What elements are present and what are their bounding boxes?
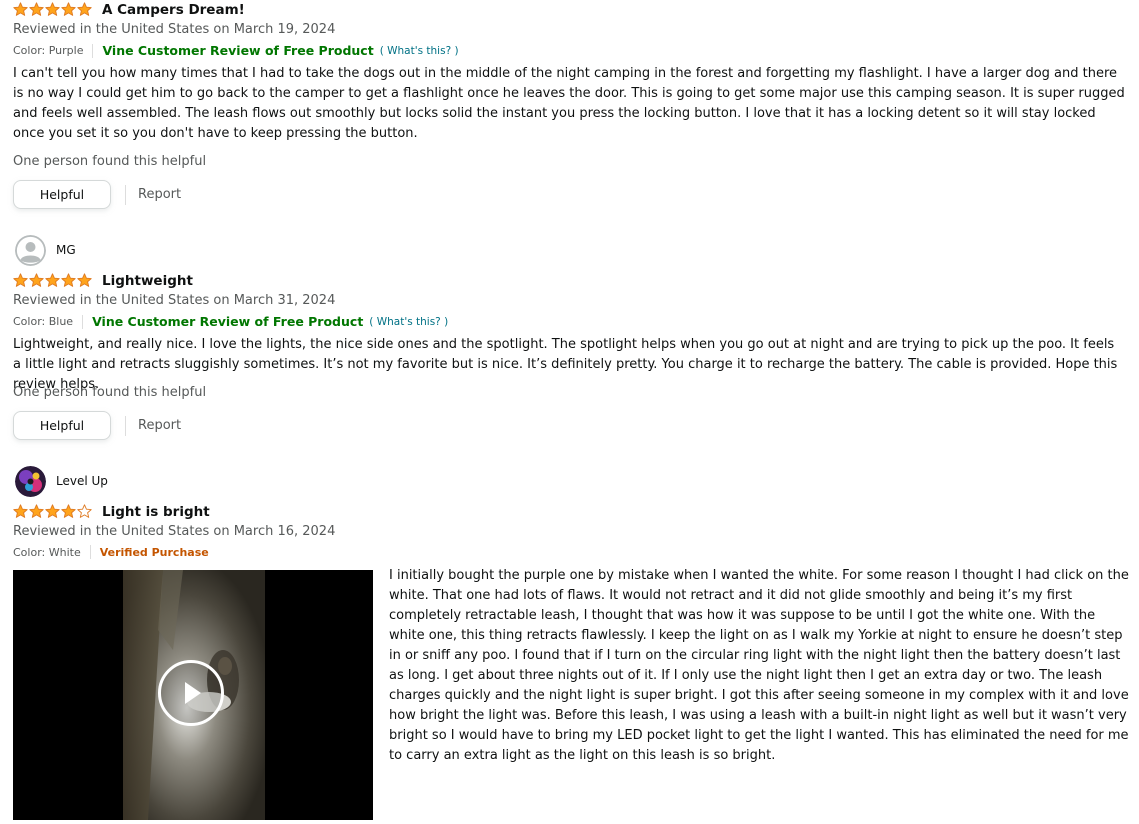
- star-filled-icon: [45, 273, 60, 287]
- star-filled-icon: [45, 2, 60, 16]
- star-filled-icon: [77, 2, 92, 16]
- divider: [89, 545, 91, 559]
- helpful-button[interactable]: Helpful: [13, 411, 111, 440]
- colorful-avatar: [15, 466, 46, 497]
- divider: [125, 416, 126, 436]
- review-date: Reviewed in the United States on March 3…: [13, 293, 336, 308]
- review-body: I can't tell you how many times that I h…: [13, 66, 1125, 141]
- star-rating: [13, 2, 92, 17]
- star-filled-icon: [29, 273, 44, 287]
- star-rating: [13, 504, 92, 519]
- color-variant[interactable]: Color: Blue: [13, 315, 73, 328]
- review-body: I initially bought the purple one by mis…: [389, 568, 1129, 763]
- whats-this-link[interactable]: ( What's this? ): [369, 316, 448, 328]
- star-empty-icon: [77, 504, 92, 518]
- star-filled-icon: [13, 504, 28, 518]
- review-title[interactable]: A Campers Dream!: [102, 2, 245, 18]
- star-filled-icon: [77, 273, 92, 287]
- avatar[interactable]: [15, 235, 46, 266]
- color-variant[interactable]: Color: Purple: [13, 44, 83, 57]
- star-filled-icon: [29, 2, 44, 16]
- star-filled-icon: [45, 504, 60, 518]
- helpful-count: One person found this helpful: [13, 154, 207, 169]
- report-link[interactable]: Report: [138, 187, 181, 202]
- reviewer-name[interactable]: MG: [56, 243, 76, 257]
- review-date: Reviewed in the United States on March 1…: [13, 524, 336, 539]
- review-attributes: Color: White Verified Purchase: [13, 545, 209, 559]
- verified-purchase-badge: Verified Purchase: [99, 545, 209, 559]
- avatar[interactable]: [15, 466, 46, 497]
- color-variant[interactable]: Color: White: [13, 546, 81, 559]
- review-date: Reviewed in the United States on March 1…: [13, 22, 336, 37]
- divider: [82, 314, 84, 329]
- star-filled-icon: [13, 2, 28, 16]
- star-filled-icon: [61, 273, 76, 287]
- review-attributes: Color: Blue Vine Customer Review of Free…: [13, 314, 448, 329]
- review-title[interactable]: Lightweight: [102, 273, 193, 289]
- star-filled-icon: [29, 504, 44, 518]
- vine-badge: Vine Customer Review of Free Product: [102, 43, 374, 58]
- divider: [125, 185, 126, 205]
- divider: [92, 43, 94, 58]
- vine-badge: Vine Customer Review of Free Product: [92, 314, 364, 329]
- report-link[interactable]: Report: [138, 418, 181, 433]
- reviewer-name[interactable]: Level Up: [56, 474, 108, 488]
- star-rating: [13, 273, 92, 288]
- review-title[interactable]: Light is bright: [102, 504, 210, 520]
- play-button[interactable]: [158, 660, 224, 726]
- play-icon: [185, 682, 201, 704]
- helpful-button[interactable]: Helpful: [13, 180, 111, 209]
- review-attributes: Color: Purple Vine Customer Review of Fr…: [13, 43, 459, 58]
- star-filled-icon: [61, 504, 76, 518]
- default-user-icon: [15, 235, 46, 266]
- star-filled-icon: [13, 273, 28, 287]
- review-video-thumbnail[interactable]: [13, 570, 373, 820]
- helpful-count: One person found this helpful: [13, 385, 207, 400]
- whats-this-link[interactable]: ( What's this? ): [380, 45, 459, 57]
- star-filled-icon: [61, 2, 76, 16]
